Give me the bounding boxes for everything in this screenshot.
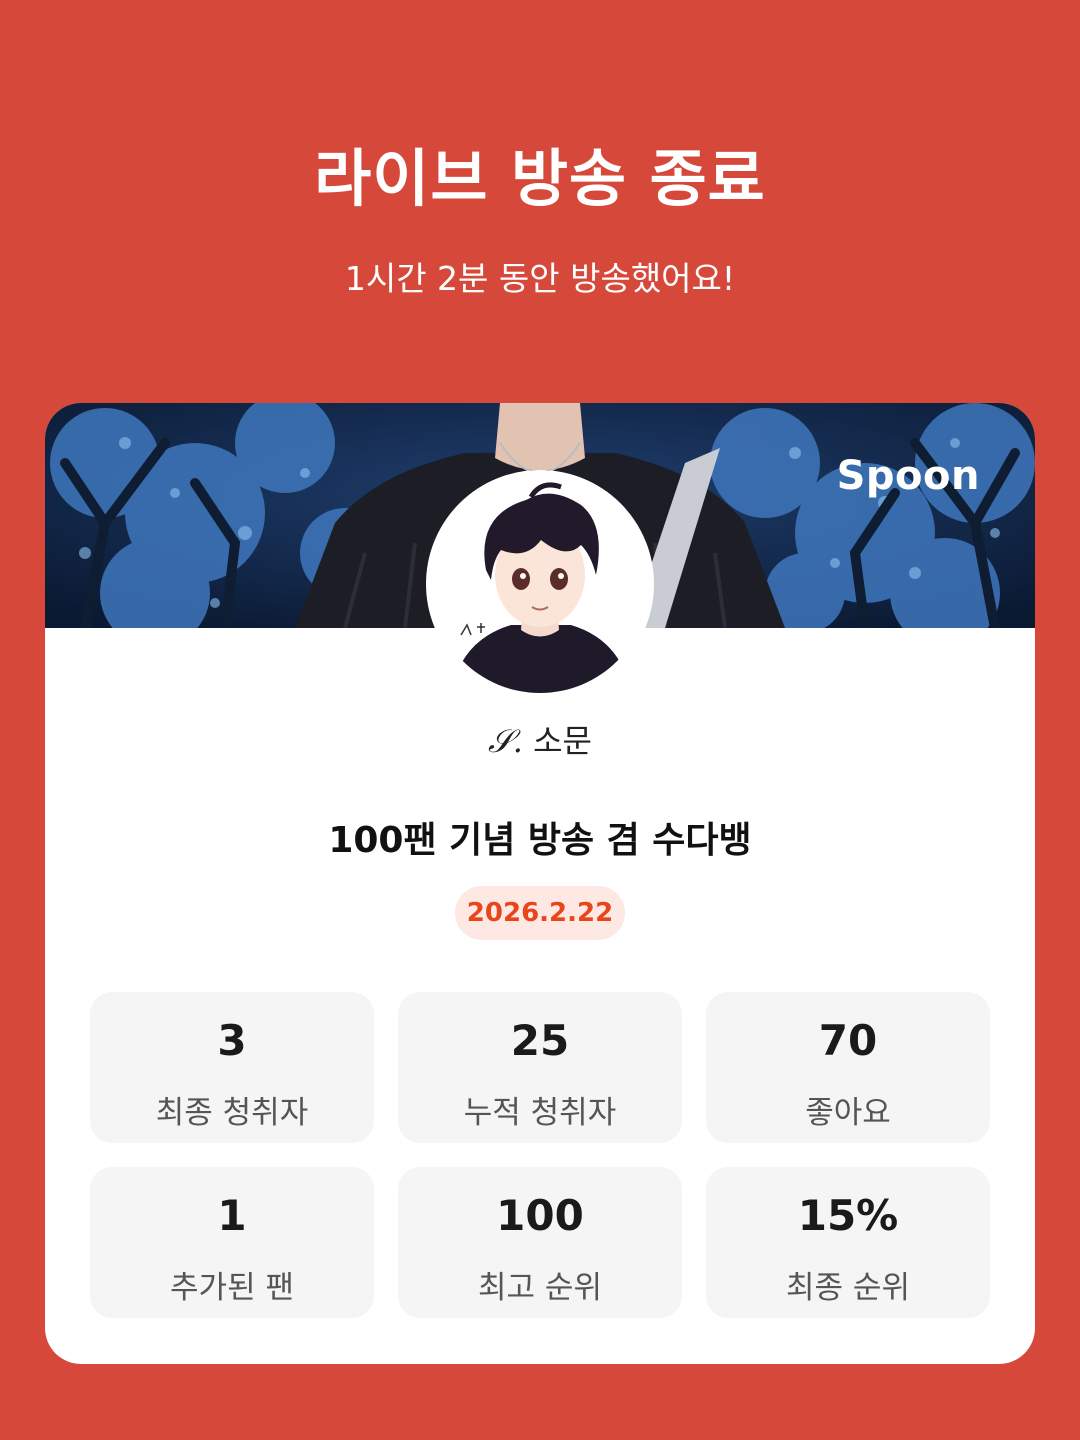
- host-name-prefix: 𝒮.: [487, 722, 523, 760]
- host-name: 𝒮. 소문: [45, 716, 1035, 762]
- avatar-image: [431, 475, 649, 693]
- page-title: 라이브 방송 종료: [314, 142, 766, 215]
- stat-label: 좋아요: [805, 1095, 891, 1131]
- stat-label: 최종 순위: [786, 1270, 910, 1306]
- stat-label: 최종 청취자: [155, 1095, 309, 1131]
- stat-likes: 70 좋아요: [706, 992, 990, 1143]
- stat-value: 100: [496, 1191, 584, 1240]
- host-name-text: 소문: [533, 722, 592, 760]
- date-badge: 2026.2.22: [455, 886, 625, 940]
- stat-final-listeners: 3 최종 청취자: [90, 992, 374, 1143]
- stream-title: 100팬 기념 방송 겸 수다뱅: [328, 820, 752, 861]
- broadcast-duration: 1시간 2분 동안 방송했어요!: [344, 259, 736, 298]
- stat-label: 추가된 팬: [170, 1270, 294, 1306]
- stat-value: 15%: [797, 1191, 899, 1240]
- spoon-logo: Spoon: [836, 453, 980, 499]
- stat-label: 누적 청취자: [463, 1095, 617, 1131]
- stat-label: 최고 순위: [478, 1270, 602, 1306]
- avatar: [426, 470, 654, 698]
- stat-value: 1: [217, 1191, 247, 1240]
- stat-value: 3: [217, 1016, 247, 1065]
- stat-final-rank: 15% 최종 순위: [706, 1167, 990, 1318]
- stat-value: 25: [510, 1016, 570, 1065]
- broadcast-summary-card: Spoon 𝒮. 소문 100팬 기념 방송 겸 수다뱅 2026.2.22 3…: [45, 403, 1035, 1364]
- stat-total-listeners: 25 누적 청취자: [398, 992, 682, 1143]
- stat-value: 70: [818, 1016, 878, 1065]
- stat-new-fans: 1 추가된 팬: [90, 1167, 374, 1318]
- stat-best-rank: 100 최고 순위: [398, 1167, 682, 1318]
